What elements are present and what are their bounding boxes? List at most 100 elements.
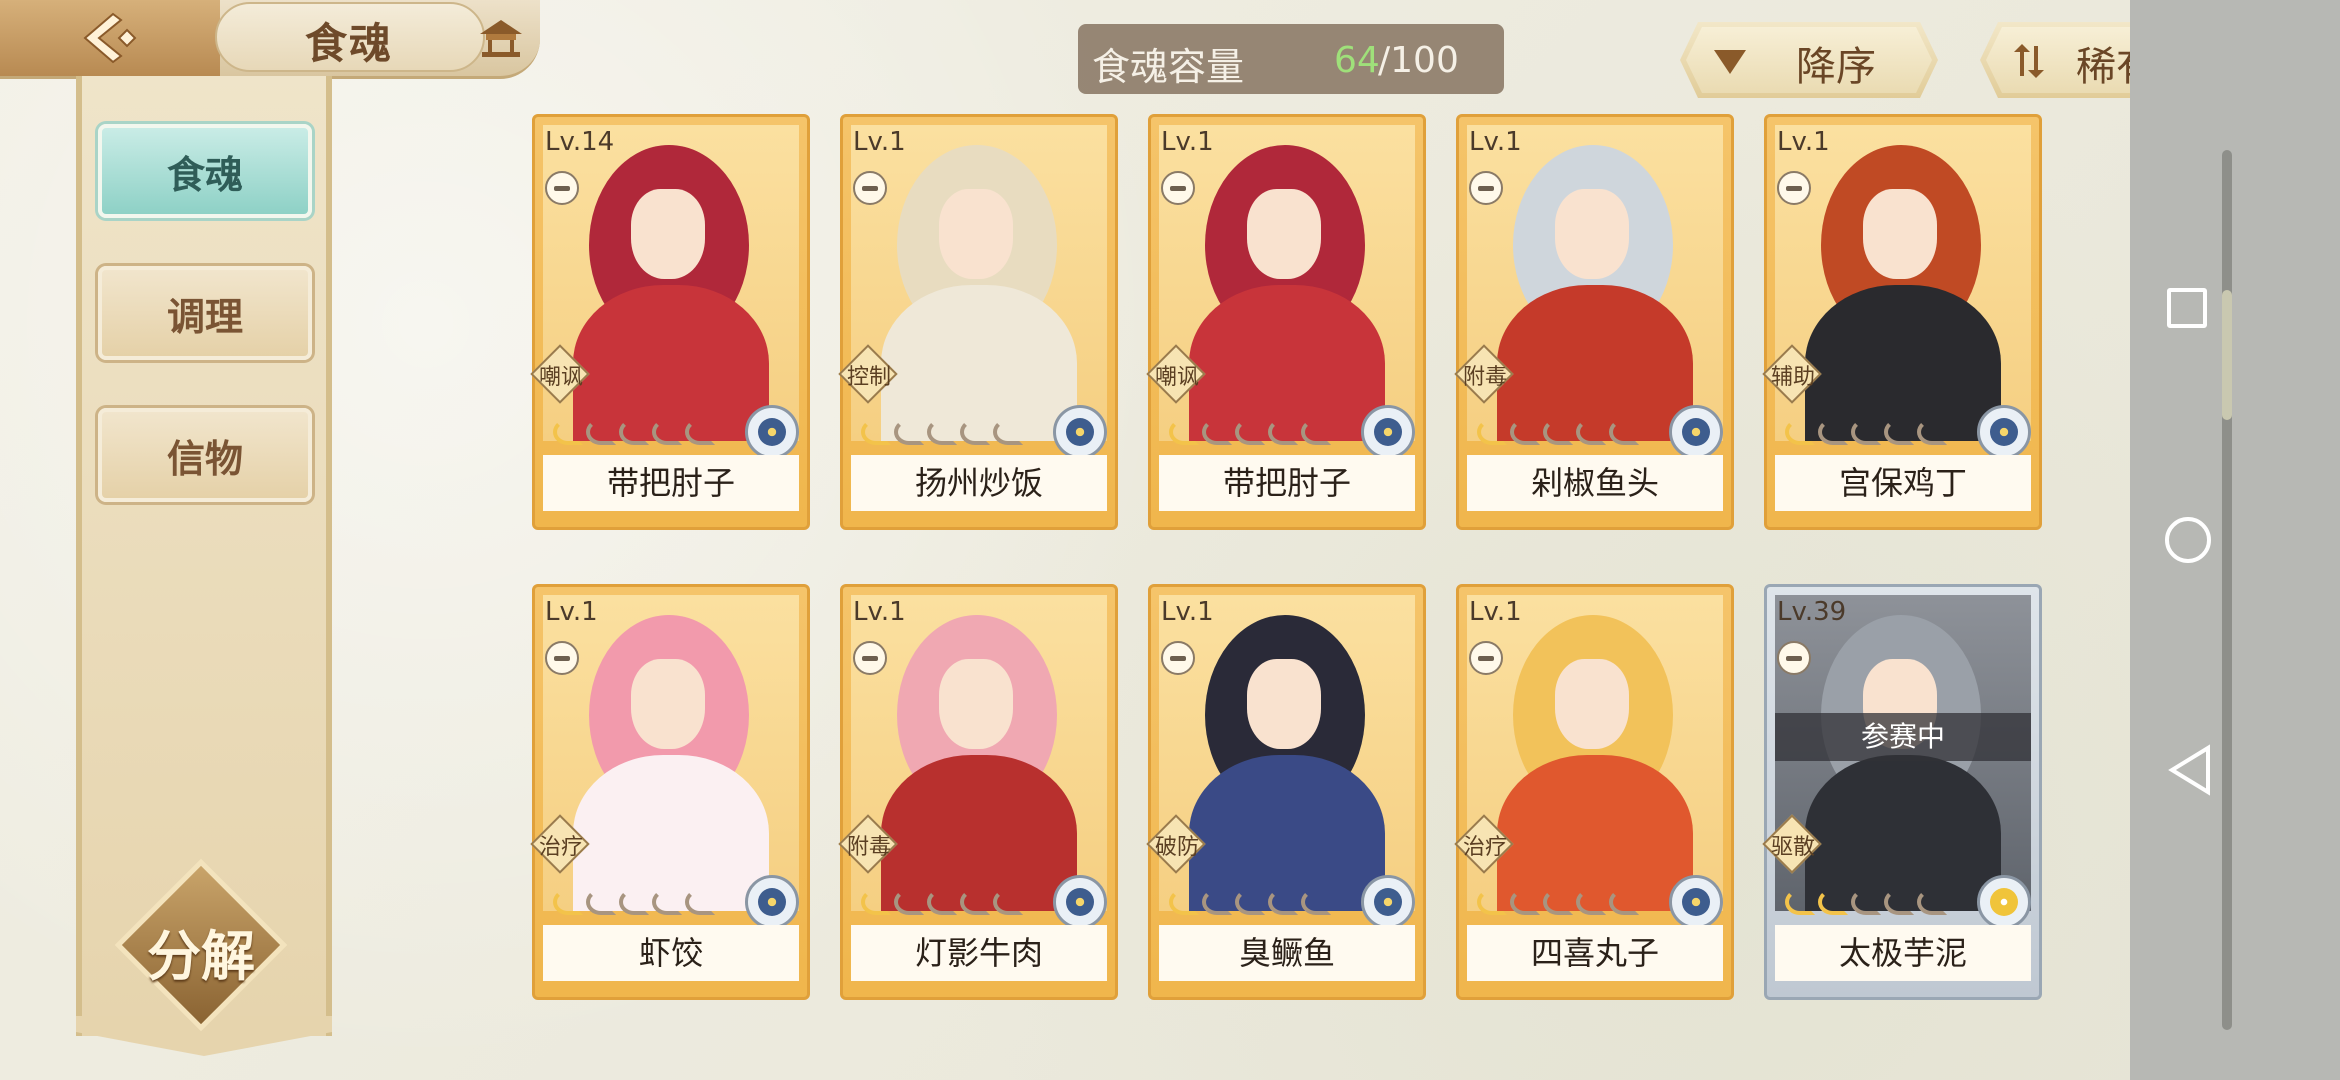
role-badge: 治疗 [530,814,591,875]
sidebar-item-label: 食魂 [166,151,243,197]
bowl-icon [1777,171,1811,205]
role-badge: 附毒 [838,814,899,875]
star-icon [1884,889,1914,915]
card-name: 灯影牛肉 [851,925,1107,981]
food-soul-card[interactable]: Lv.1 控制 扬州炒饭 [838,114,1118,530]
sort-order-label: 降序 [1796,44,1876,90]
bowl-icon [1161,641,1195,675]
star-icon [1917,419,1947,445]
card-name: 带把肘子 [543,455,799,511]
card-level: Lv.1 [545,597,598,627]
card-level: Lv.1 [1161,127,1214,157]
back-arrow-icon [83,12,137,64]
star-icon [960,419,990,445]
star-icon [1169,419,1199,445]
star-icon [586,419,616,445]
food-soul-card[interactable]: Lv.1 治疗 虾饺 [530,584,810,1000]
star-icon [894,889,924,915]
food-soul-card[interactable]: Lv.1 附毒剁椒鱼头 [1454,114,1734,530]
star-icon [993,889,1023,915]
star-rating [1785,419,1947,445]
flower-element-icon [1053,875,1107,929]
star-icon [1785,419,1815,445]
bowl-icon [853,171,887,205]
star-icon [1609,419,1639,445]
star-icon [1543,419,1573,445]
triangle-down-icon [1712,48,1748,76]
star-icon [652,889,682,915]
in-competition-badge: 参赛中 [1775,713,2031,761]
flower-element-icon [745,875,799,929]
decompose-label: 分解 [147,924,255,988]
star-icon [1851,419,1881,445]
food-soul-card[interactable]: Lv.14 嘲讽 带把肘子 [530,114,810,530]
capacity-display: 食魂容量 64 /100 [1078,24,1504,94]
star-icon [1301,889,1331,915]
role-badge: 治疗 [1454,814,1515,875]
role-badge: 附毒 [1454,344,1515,405]
star-rating [553,419,715,445]
sidebar-item-food-soul[interactable]: 食魂 [98,124,312,218]
bowl-icon [545,641,579,675]
card-level: Lv.1 [1469,127,1522,157]
star-icon [1301,419,1331,445]
sidebar-item-cooking[interactable]: 调理 [98,266,312,360]
sort-arrows-icon [2012,42,2046,80]
back-button[interactable] [0,0,220,76]
star-icon [1235,889,1265,915]
bowl-icon [1161,171,1195,205]
star-icon [685,889,715,915]
star-icon [1576,889,1606,915]
food-soul-card[interactable]: Lv.1 附毒 灯影牛肉 [838,584,1118,1000]
capacity-current: 64 [1334,40,1380,81]
card-level: Lv.14 [545,127,615,157]
card-name: 臭鳜鱼 [1159,925,1415,981]
star-icon [1510,889,1540,915]
card-name: 剁椒鱼头 [1467,455,1723,511]
bowl-icon [1777,641,1811,675]
star-icon [685,419,715,445]
food-soul-card[interactable]: Lv.1 辅助 宫保鸡丁 [1762,114,2042,530]
pavilion-icon[interactable] [478,18,524,58]
flower-element-icon [1361,875,1415,929]
sidebar-item-label: 信物 [166,435,243,481]
star-icon [619,889,649,915]
role-badge: 破防 [1146,814,1207,875]
card-name: 扬州炒饭 [851,455,1107,511]
card-name: 四喜丸子 [1467,925,1723,981]
back-triangle-icon[interactable] [2168,744,2212,796]
star-icon [652,419,682,445]
food-soul-card[interactable]: Lv.1 破防 臭鳜鱼 [1146,584,1426,1000]
recent-apps-icon[interactable] [2167,288,2207,328]
star-icon [927,889,957,915]
star-rating [1477,419,1639,445]
scrollbar-track[interactable] [2222,150,2232,1030]
card-level: Lv.39 [1777,597,1847,627]
star-rating [861,889,1023,915]
star-icon [1851,889,1881,915]
role-badge: 驱散 [1762,814,1823,875]
system-nav-bar [2130,0,2340,1080]
food-soul-card[interactable]: Lv.1 治疗 四喜丸子 [1454,584,1734,1000]
scrollbar-thumb[interactable] [2222,290,2232,420]
star-rating [1477,889,1639,915]
star-icon [1785,889,1815,915]
star-icon [1818,889,1848,915]
star-icon [1917,889,1947,915]
sort-order-button[interactable]: 降序 [1680,22,1938,98]
star-icon [1235,419,1265,445]
page-title: 食魂 [305,19,394,68]
flower-element-icon [1361,405,1415,459]
sidebar-item-label: 调理 [166,293,243,339]
sidebar-item-tokens[interactable]: 信物 [98,408,312,502]
card-level: Lv.1 [1777,127,1830,157]
star-icon [1510,419,1540,445]
star-icon [553,419,583,445]
food-soul-card[interactable]: Lv.1 嘲讽 带把肘子 [1146,114,1426,530]
food-soul-card[interactable]: 参赛中 Lv.39 驱散太极芋泥 [1762,584,2042,1000]
card-name: 太极芋泥 [1775,925,2031,981]
card-name: 带把肘子 [1159,455,1415,511]
star-icon [861,419,891,445]
home-icon[interactable] [2165,517,2211,563]
decompose-button[interactable]: 分解 [114,858,288,1032]
